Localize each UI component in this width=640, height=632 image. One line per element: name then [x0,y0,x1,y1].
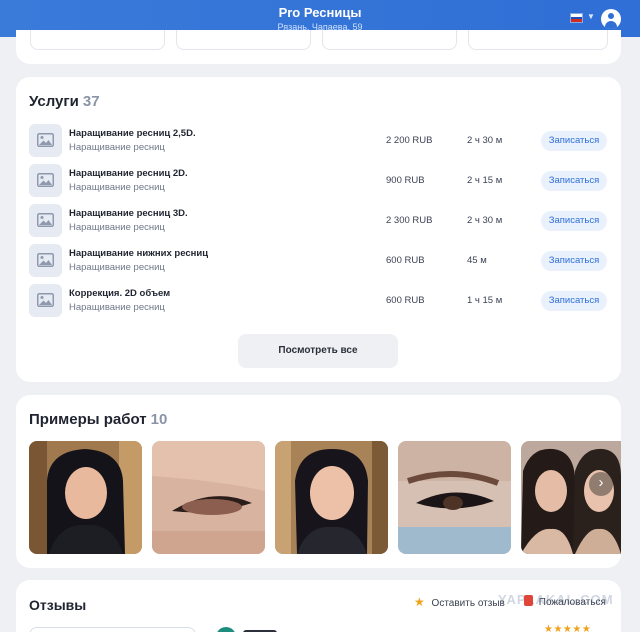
book-button[interactable]: Записаться [541,291,607,311]
salon-title[interactable]: Pro Ресницы [0,5,640,20]
works-heading: Примеры работ 10 [29,411,167,428]
work-photo[interactable] [398,441,511,554]
reviews-card: Отзывы YAPLAKAL.COM ★ Оставить отзыв Пож… [16,580,621,632]
service-category: Наращивание ресниц [69,182,165,193]
book-button[interactable]: Записаться [541,171,607,191]
work-photo[interactable] [521,441,621,554]
service-name: Наращивание ресниц 2D. [69,168,188,179]
service-duration: 45 м [467,255,487,266]
service-name: Коррекция. 2D объем [69,288,171,299]
image-placeholder-icon [29,284,62,317]
complain-label: Пожаловаться [538,597,606,608]
service-duration: 2 ч 30 м [467,135,503,146]
leave-review-button[interactable]: ★ Оставить отзыв [414,595,505,609]
chevron-right-icon[interactable]: › [589,472,613,496]
card-stub [176,30,311,50]
service-row[interactable]: Наращивание ресниц 3D. Наращивание ресни… [29,204,609,238]
service-category: Наращивание ресниц [69,302,165,313]
service-price: 2 300 RUB [386,215,433,226]
service-name: Наращивание ресниц 2,5D. [69,128,196,139]
see-all-services-button[interactable]: Посмотреть все [238,334,398,368]
services-heading: Услуги 37 [29,93,100,110]
service-row[interactable]: Наращивание нижних ресниц Наращивание ре… [29,244,609,278]
work-photo[interactable] [29,441,142,554]
services-title: Услуги [29,93,79,110]
works-count: 10 [150,411,168,428]
services-card: Услуги 37 Наращивание ресниц 2,5D. Наращи… [16,77,621,382]
service-duration: 1 ч 15 м [467,295,503,306]
works-title: Примеры работ [29,411,147,428]
card-stub [468,30,608,50]
service-name: Наращивание нижних ресниц [69,248,209,259]
service-name: Наращивание ресниц 3D. [69,208,188,219]
service-row[interactable]: Наращивание ресниц 2D. Наращивание ресни… [29,164,609,198]
rating-stars: ★★★★★ [544,624,592,632]
image-placeholder-icon [29,204,62,237]
service-price: 600 RUB [386,255,425,266]
service-row[interactable]: Наращивание ресниц 2,5D. Наращивание рес… [29,124,609,158]
reviewer-avatar [216,627,236,632]
work-photo[interactable] [152,441,265,554]
work-examples-card: Примеры работ 10 › [16,395,621,568]
reviews-title: Отзывы [29,597,87,613]
service-category: Наращивание ресниц [69,222,165,233]
book-button[interactable]: Записаться [541,251,607,271]
services-count: 37 [82,93,100,110]
service-category: Наращивание ресниц [69,262,165,273]
card-stub [322,30,457,50]
image-placeholder-icon [29,124,62,157]
service-row[interactable]: Коррекция. 2D объем Наращивание ресниц 6… [29,284,609,318]
book-button[interactable]: Записаться [541,131,607,151]
russian-flag-icon[interactable] [570,13,583,23]
user-icon[interactable] [601,9,621,29]
previous-section-card [16,30,621,64]
image-placeholder-icon [29,244,62,277]
work-photo[interactable] [275,441,388,554]
service-category: Наращивание ресниц [69,142,165,153]
service-price: 2 200 RUB [386,135,433,146]
book-button[interactable]: Записаться [541,211,607,231]
image-placeholder-icon [29,164,62,197]
service-duration: 2 ч 30 м [467,215,503,226]
complain-button[interactable]: Пожаловаться [524,595,606,608]
review-input-box[interactable] [29,627,196,632]
service-price: 900 RUB [386,175,425,186]
card-stub [30,30,165,50]
service-price: 600 RUB [386,295,425,306]
service-duration: 2 ч 15 м [467,175,503,186]
star-icon: ★ [414,595,425,609]
complaint-icon [524,595,533,606]
chevron-down-icon[interactable]: ▼ [587,12,595,21]
leave-review-label: Оставить отзыв [431,598,505,609]
